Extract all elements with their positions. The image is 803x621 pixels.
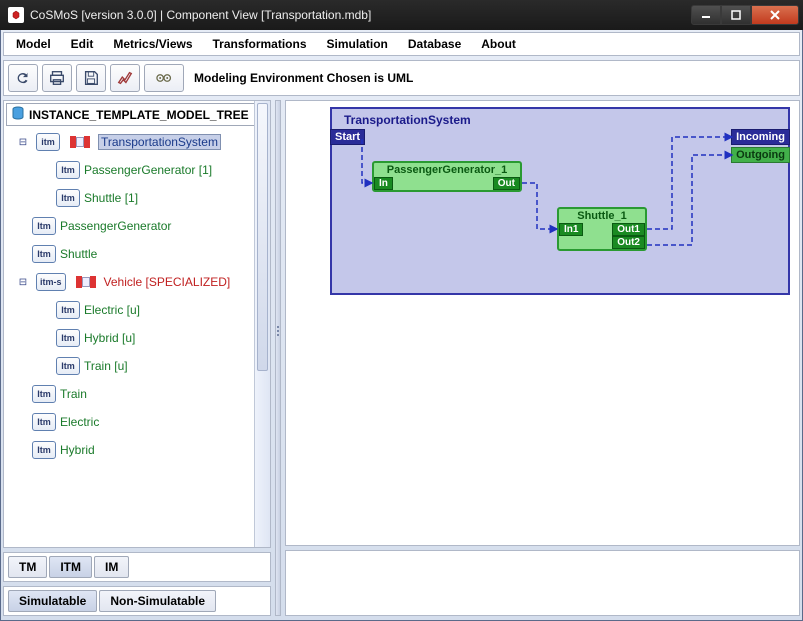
tree-panel: INSTANCE_TEMPLATE_MODEL_TREE ⊟ itm Transpo… [3,100,271,548]
scrollbar-vertical[interactable] [254,101,270,547]
component-shuttle[interactable]: Shuttle_1 In1 Out1 Out2 [557,207,647,251]
tree-node-label[interactable]: Shuttle [1] [84,191,138,205]
tree-node-label[interactable]: Electric [u] [84,303,140,317]
menu-transformations[interactable]: Transformations [205,35,315,53]
port-incoming[interactable]: Incoming [731,129,790,145]
node-badge-icon: Itm [32,245,56,263]
database-icon [11,106,25,123]
chart-button[interactable] [110,64,140,92]
tree-node[interactable]: Itm PassengerGenerator [1] [10,156,268,184]
properties-panel [285,550,800,616]
node-badge-icon: Itm [56,357,80,375]
save-button[interactable] [76,64,106,92]
component-icon [70,136,90,148]
tab-itm[interactable]: ITM [49,556,92,578]
tree-node-label[interactable]: Train [u] [84,359,128,373]
tree-node[interactable]: Itm Train [10,380,268,408]
node-badge-icon: itm-s [36,273,66,291]
tree-node[interactable]: Itm Electric [10,408,268,436]
tree-node[interactable]: ⊟ itm-s Vehicle [SPECIALIZED] [10,268,268,296]
component-passengergenerator[interactable]: PassengerGenerator_1 In Out [372,161,522,192]
tree-node-label[interactable]: Train [60,387,87,401]
port-in1[interactable]: In1 [559,223,583,236]
diagram-wires [332,109,788,293]
node-badge-icon: Itm [32,413,56,431]
tree-header: INSTANCE_TEMPLATE_MODEL_TREE [6,103,268,126]
minimize-button[interactable] [691,5,721,25]
expand-toggle-icon[interactable]: ⊟ [18,277,28,288]
maximize-button[interactable] [721,5,751,25]
node-badge-icon: itm [36,133,60,151]
menu-about[interactable]: About [473,35,524,53]
port-outgoing[interactable]: Outgoing [731,147,790,163]
tree-node-label[interactable]: Vehicle [SPECIALIZED] [104,275,231,289]
component-icon [76,276,96,288]
tree-node-label[interactable]: PassengerGenerator [60,219,171,233]
tree-node[interactable]: Itm Shuttle [1] [10,184,268,212]
tree-node-label[interactable]: Hybrid [60,443,95,457]
node-badge-icon: Itm [56,329,80,347]
node-badge-icon: Itm [32,385,56,403]
sim-tabstrip: Simulatable Non-Simulatable [3,586,271,616]
tree-node-label[interactable]: Hybrid [u] [84,331,135,345]
port-out2[interactable]: Out2 [612,236,645,249]
port-out1[interactable]: Out1 [612,223,645,236]
tree-header-label: INSTANCE_TEMPLATE_MODEL_TREE [29,108,249,122]
menu-database[interactable]: Database [400,35,469,53]
window-title: CoSMoS [version 3.0.0] | Component View … [30,8,371,22]
node-badge-icon: Itm [56,161,80,179]
tab-tm[interactable]: TM [8,556,47,578]
print-button[interactable] [42,64,72,92]
node-badge-icon: Itm [32,441,56,459]
menu-metrics-views[interactable]: Metrics/Views [105,35,200,53]
diagram-title: TransportationSystem [344,113,471,127]
toolbar: Modeling Environment Chosen is UML [3,60,800,96]
tree-node[interactable]: Itm PassengerGenerator [10,212,268,240]
model-tabstrip: TM ITM IM [3,552,271,582]
port-start[interactable]: Start [330,129,365,145]
tab-non-simulatable[interactable]: Non-Simulatable [99,590,216,612]
diagram-canvas[interactable]: TransportationSystem Start Incoming Outg… [285,100,800,546]
tree-node-label[interactable]: Electric [60,415,99,429]
menu-simulation[interactable]: Simulation [319,35,396,53]
tree-node[interactable]: Itm Hybrid [u] [10,324,268,352]
expand-toggle-icon[interactable]: ⊟ [18,137,28,148]
tree-node[interactable]: Itm Electric [u] [10,296,268,324]
tree-node-label[interactable]: PassengerGenerator [1] [84,163,212,177]
node-badge-icon: Itm [56,189,80,207]
tree-node[interactable]: Itm Train [u] [10,352,268,380]
menu-model[interactable]: Model [8,35,59,53]
gears-button[interactable] [144,64,184,92]
component-label: PassengerGenerator_1 [374,163,520,177]
app-icon [8,7,24,23]
tree-node[interactable]: Itm Shuttle [10,240,268,268]
tree-node-label[interactable]: TransportationSystem [98,134,221,150]
menubar: Model Edit Metrics/Views Transformations… [3,32,800,56]
node-badge-icon: Itm [56,301,80,319]
close-button[interactable] [751,5,799,25]
tree-node[interactable]: Itm Hybrid [10,436,268,464]
node-badge-icon: Itm [32,217,56,235]
port-in[interactable]: In [374,177,393,190]
tree-node[interactable]: ⊟ itm TransportationSystem [10,128,268,156]
tab-im[interactable]: IM [94,556,129,578]
refresh-button[interactable] [8,64,38,92]
tab-simulatable[interactable]: Simulatable [8,590,97,612]
tree-node-label[interactable]: Shuttle [60,247,97,261]
splitter-vertical[interactable] [275,100,281,616]
toolbar-status: Modeling Environment Chosen is UML [194,71,413,85]
menu-edit[interactable]: Edit [63,35,102,53]
titlebar: CoSMoS [version 3.0.0] | Component View … [0,0,803,30]
port-out[interactable]: Out [493,177,520,190]
component-label: Shuttle_1 [559,209,645,223]
